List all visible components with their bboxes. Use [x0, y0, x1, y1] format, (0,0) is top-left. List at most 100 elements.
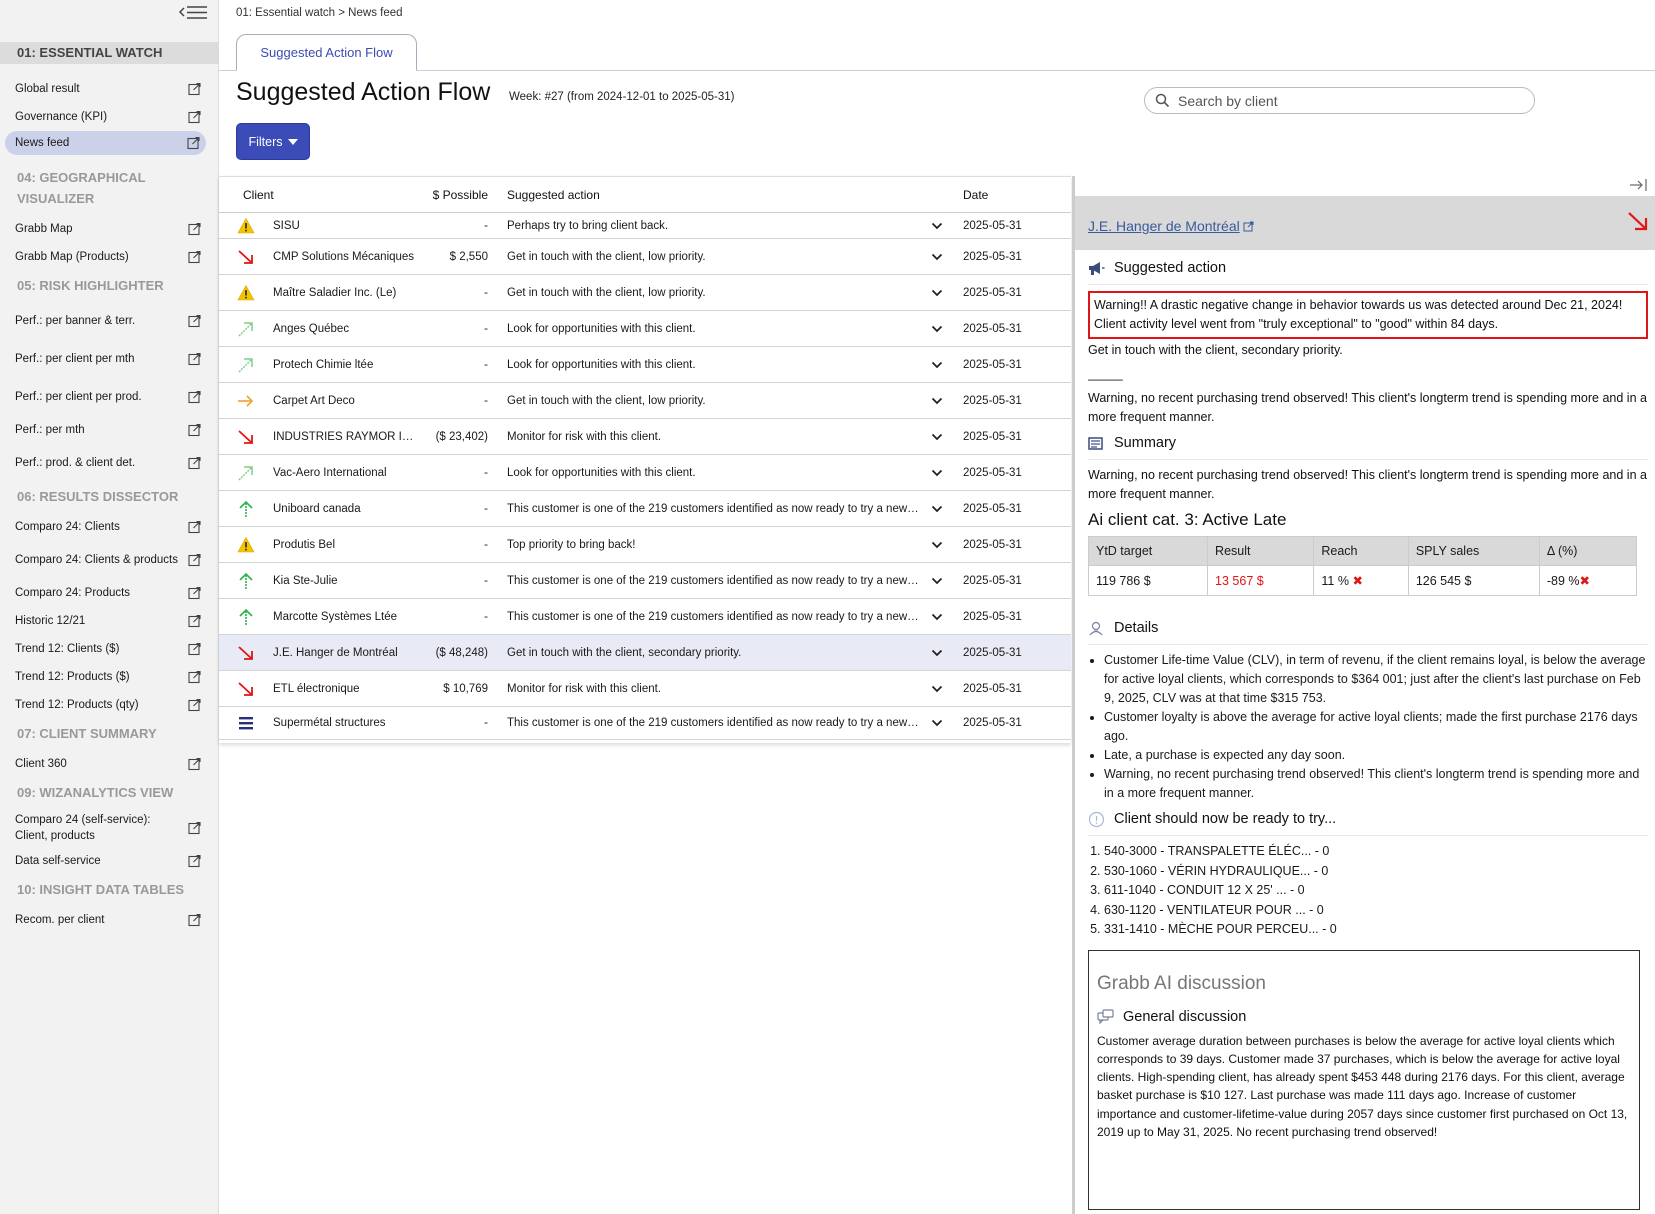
sidebar-item[interactable]: Perf.: prod. & client det. [0, 444, 219, 482]
summary-icon [1088, 436, 1103, 450]
table-row[interactable]: Supermétal structures - This customer is o… [219, 707, 1071, 740]
table-row[interactable]: Uniboard canada - This customer is one of … [219, 491, 1071, 527]
try-item[interactable]: 540-3000 - TRANSPALETTE ÉLÉC... - 0 [1104, 842, 1648, 862]
client-name[interactable]: J.E. Hanger de Montréal [1088, 218, 1240, 234]
sidebar-item[interactable]: Perf.: per banner & terr. [0, 302, 219, 340]
sidebar-item-label: Comparo 24: Products [15, 587, 131, 599]
chevron-down-icon[interactable] [919, 253, 954, 261]
table-row[interactable]: Marcotte Systèmes Ltée - This customer is … [219, 599, 1071, 635]
tab-suggested-action-flow[interactable]: Suggested Action Flow [236, 34, 417, 71]
sidebar-item[interactable]: Global result [0, 75, 219, 103]
chevron-down-icon[interactable] [919, 433, 954, 441]
filters-button[interactable]: Filters [236, 123, 310, 160]
external-link-icon [188, 913, 201, 927]
kpi-header: SPLY sales [1407, 536, 1540, 566]
general-discussion-title: General discussion [1123, 1008, 1247, 1025]
table-row[interactable]: Protech Chimie ltée - Look for opportuniti… [219, 347, 1071, 383]
details-icon [1089, 621, 1103, 635]
table-body: SISU - Perhaps try to bring client back. 20… [219, 213, 1071, 740]
search-input[interactable] [1178, 92, 1518, 109]
header-action[interactable]: Suggested action [490, 188, 954, 202]
table-row[interactable]: Produtis Bel - Top priority to bring back!… [219, 527, 1071, 563]
chevron-down-icon[interactable] [919, 541, 954, 549]
sidebar-item[interactable]: Perf.: per client per prod. [0, 378, 219, 416]
sidebar-item-label: Client 360 [15, 758, 67, 770]
sidebar-item[interactable]: News feed [5, 131, 206, 155]
chevron-down-icon[interactable] [919, 325, 954, 333]
sidebar-item[interactable]: Comparo 24 (self-service): Client, produ… [0, 809, 219, 847]
table-row[interactable]: Kia Ste-Julie - This customer is one of th… [219, 563, 1071, 599]
sidebar-item[interactable]: Grabb Map [0, 215, 219, 243]
table-row[interactable]: Carpet Art Deco - Get in touch with the cl… [219, 383, 1071, 419]
trend-up-icon [239, 572, 253, 589]
kpi-header: Δ (%) [1538, 536, 1638, 566]
table-row[interactable]: CMP Solutions Mécaniques $ 2,550 Get in to… [219, 239, 1071, 275]
sidebar-item[interactable]: Trend 12: Products (qty) [0, 691, 219, 719]
try-heading: Client should now be ready to try... [1088, 805, 1648, 833]
try-item[interactable]: 611-1040 - CONDUIT 12 X 25' ... - 0 [1104, 881, 1648, 901]
trend-cell [219, 464, 273, 482]
chevron-down-icon[interactable] [919, 289, 954, 297]
trend-down-icon [238, 249, 253, 264]
sidebar-item[interactable]: Perf.: per mth [0, 416, 219, 444]
sidebar-item[interactable]: Comparo 24: Clients & products [0, 541, 219, 579]
try-item[interactable]: 331-1410 - MÈCHE POUR PERCEU... - 0 [1104, 920, 1648, 940]
client-cell: Marcotte Systèmes Ltée [273, 610, 397, 623]
chevron-down-icon[interactable] [919, 361, 954, 369]
table-row[interactable]: J.E. Hanger de Montréal ($ 48,248) Get in … [219, 635, 1071, 671]
trend-cell [219, 644, 273, 662]
sidebar-item-label: Grabb Map (Products) [15, 251, 129, 263]
try-item[interactable]: 630-1120 - VENTILATEUR POUR ... - 0 [1104, 901, 1648, 921]
sidebar-item[interactable]: Recom. per client [0, 906, 219, 934]
header-date[interactable]: Date [954, 188, 988, 202]
sidebar-item[interactable]: Trend 12: Products ($) [0, 663, 219, 691]
sidebar-item[interactable]: Trend 12: Clients ($) [0, 635, 219, 663]
table-row[interactable]: INDUSTRIES RAYMOR INC. ($ 23,402) Monitor … [219, 419, 1071, 455]
collapse-sidebar-icon[interactable] [176, 2, 210, 24]
sidebar-item[interactable]: Data self-service [0, 847, 219, 875]
sidebar-item[interactable]: Comparo 24: Clients [0, 513, 219, 541]
client-link[interactable]: J.E. Hanger de Montréal [1088, 218, 1254, 234]
table-row[interactable]: Vac-Aero International - Look for opportun… [219, 455, 1071, 491]
external-link-icon [188, 82, 201, 96]
table-row[interactable]: ETL électronique $ 10,769 Monitor for risk… [219, 671, 1071, 707]
detail-item: Customer Life-time Value (CLV), in term … [1104, 651, 1648, 708]
sidebar-item[interactable]: Client 360 [0, 750, 219, 778]
sidebar-item[interactable]: Comparo 24: Products [0, 579, 219, 607]
trend-note: Warning, no recent purchasing trend obse… [1088, 391, 1647, 424]
sidebar-item-label: Perf.: per mth [15, 424, 85, 436]
sidebar-item-label: Trend 12: Clients ($) [15, 643, 120, 655]
possible-cell: $ 2,550 [449, 250, 488, 263]
action-cell: Look for opportunities with this client. [507, 466, 696, 479]
expand-panel-icon[interactable] [1629, 178, 1649, 192]
chevron-down-icon[interactable] [919, 397, 954, 405]
search-box[interactable] [1144, 87, 1535, 114]
chevron-down-icon[interactable] [919, 613, 954, 621]
chevron-down-icon[interactable] [919, 469, 954, 477]
chevron-down-icon[interactable] [919, 505, 954, 513]
kpi-reach-cell: 11 % ✖ [1313, 565, 1409, 596]
chevron-down-icon[interactable] [919, 649, 954, 657]
divider-text: _____ [1088, 367, 1123, 381]
try-title: Client should now be ready to try... [1114, 811, 1337, 827]
table-row[interactable]: SISU - Perhaps try to bring client back. 20… [219, 213, 1071, 239]
sidebar-item[interactable]: Historic 12/21 [0, 607, 219, 635]
breadcrumb[interactable]: 01: Essential watch > News feed [236, 7, 403, 19]
table-row[interactable]: Anges Québec - Look for opportunities with… [219, 311, 1071, 347]
header-client[interactable]: Client [219, 188, 416, 202]
kpi-ytd-target: 119 786 $ [1088, 565, 1209, 596]
kpi-header: YtD target [1088, 536, 1209, 566]
detail-item: Warning, no recent purchasing trend obse… [1104, 765, 1648, 803]
external-link-icon [188, 698, 201, 712]
header-possible[interactable]: $ Possible [416, 188, 490, 202]
table-row[interactable]: Maître Saladier Inc. (Le) - Get in touch w… [219, 275, 1071, 311]
chevron-down-icon[interactable] [919, 719, 954, 727]
sidebar-item[interactable]: Grabb Map (Products) [0, 243, 219, 271]
chevron-down-icon[interactable] [919, 685, 954, 693]
chevron-down-icon[interactable] [919, 222, 954, 230]
date-cell: 2025-05-31 [963, 717, 1022, 729]
try-item[interactable]: 530-1060 - VÉRIN HYDRAULIQUE... - 0 [1104, 862, 1648, 882]
sidebar-item[interactable]: Perf.: per client per mth [0, 340, 219, 378]
sidebar-item[interactable]: Governance (KPI) [0, 103, 219, 131]
chevron-down-icon[interactable] [919, 577, 954, 585]
